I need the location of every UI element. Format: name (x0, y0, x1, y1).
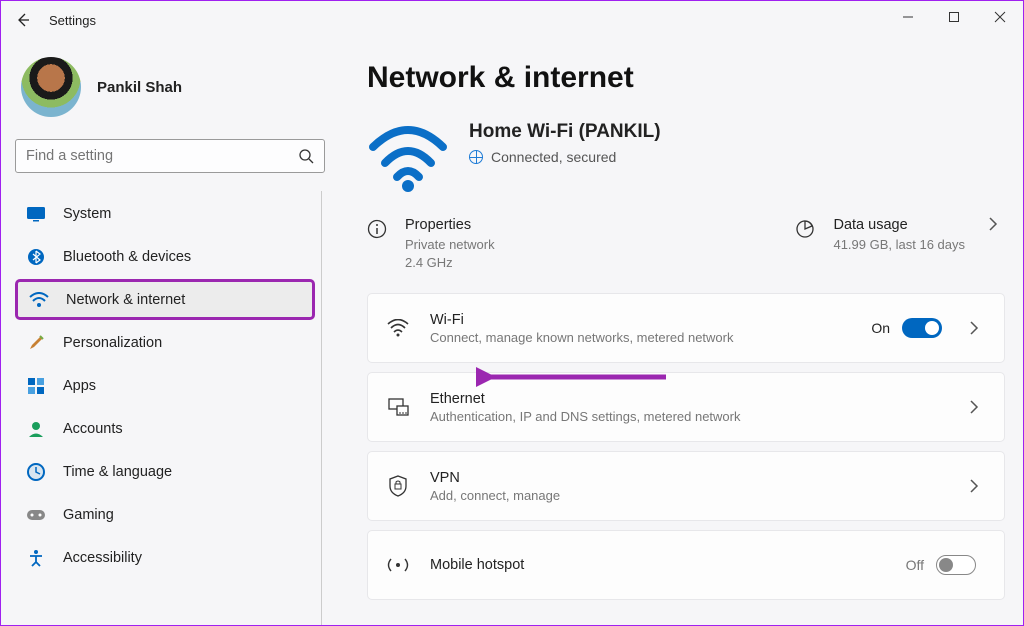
chevron-right-icon (962, 400, 986, 414)
wifi-toggle[interactable] (902, 318, 942, 338)
search-box[interactable] (15, 139, 325, 173)
sidebar-item-gaming[interactable]: Gaming (15, 494, 315, 535)
card-wifi[interactable]: Wi-Fi Connect, manage known networks, me… (367, 293, 1005, 363)
accessibility-icon (25, 547, 47, 569)
network-name: Home Wi-Fi (PANKIL) (469, 121, 661, 143)
sidebar-item-label: Gaming (63, 507, 114, 523)
system-icon (25, 203, 47, 225)
gamepad-icon (25, 504, 47, 526)
data-usage-sub: 41.99 GB, last 16 days (833, 236, 965, 254)
bluetooth-icon (25, 246, 47, 268)
info-icon (367, 219, 389, 241)
card-hotspot[interactable]: Mobile hotspot Off (367, 530, 1005, 600)
wifi-toggle-state: On (871, 320, 890, 336)
window-title: Settings (49, 13, 96, 28)
data-usage-label: Data usage (833, 217, 965, 233)
sidebar-item-system[interactable]: System (15, 193, 315, 234)
properties-row: Properties Private network 2.4 GHz Data … (367, 217, 1005, 271)
search-icon (298, 148, 314, 164)
hotspot-toggle[interactable] (936, 555, 976, 575)
paintbrush-icon (25, 332, 47, 354)
sidebar-item-accounts[interactable]: Accounts (15, 408, 315, 449)
person-icon (25, 418, 47, 440)
card-subtitle: Add, connect, manage (430, 488, 952, 503)
sidebar-item-apps[interactable]: Apps (15, 365, 315, 406)
nav-list: System Bluetooth & devices Network & int… (15, 191, 322, 625)
profile-name: Pankil Shah (97, 79, 182, 96)
back-button[interactable] (11, 8, 35, 32)
card-title: Ethernet (430, 391, 952, 407)
chevron-right-icon (962, 321, 986, 335)
hotspot-toggle-state: Off (906, 557, 924, 573)
sidebar-item-label: Bluetooth & devices (63, 249, 191, 265)
apps-icon (25, 375, 47, 397)
card-title: VPN (430, 470, 952, 486)
sidebar-item-label: Personalization (63, 335, 162, 351)
card-subtitle: Connect, manage known networks, metered … (430, 330, 871, 345)
sidebar: Pankil Shah System Bluetooth & devices N… (1, 39, 331, 625)
card-title: Mobile hotspot (430, 557, 906, 573)
search-input[interactable] (26, 148, 298, 164)
sidebar-item-label: Accounts (63, 421, 123, 437)
properties-label: Properties (405, 217, 495, 233)
maximize-button[interactable] (931, 1, 977, 33)
clock-icon (25, 461, 47, 483)
sidebar-item-personalization[interactable]: Personalization (15, 322, 315, 363)
data-usage-link[interactable]: Data usage 41.99 GB, last 16 days (795, 217, 965, 254)
sidebar-item-network[interactable]: Network & internet (15, 279, 315, 320)
sidebar-item-label: Apps (63, 378, 96, 394)
properties-sub: Private network 2.4 GHz (405, 236, 495, 271)
data-usage-icon (795, 219, 817, 241)
page-title: Network & internet (367, 61, 1005, 95)
wifi-icon (386, 316, 410, 340)
network-header: Home Wi-Fi (PANKIL) Connected, secured (367, 121, 1005, 193)
avatar (21, 57, 81, 117)
hotspot-icon (386, 553, 410, 577)
shield-icon (386, 474, 410, 498)
sidebar-item-label: Accessibility (63, 550, 142, 566)
card-ethernet[interactable]: Ethernet Authentication, IP and DNS sett… (367, 372, 1005, 442)
sidebar-item-time[interactable]: Time & language (15, 451, 315, 492)
chevron-right-icon (981, 217, 1005, 231)
sidebar-item-bluetooth[interactable]: Bluetooth & devices (15, 236, 315, 277)
close-button[interactable] (977, 1, 1023, 33)
ethernet-icon (386, 395, 410, 419)
card-title: Wi-Fi (430, 312, 871, 328)
sidebar-item-label: Network & internet (66, 292, 185, 308)
sidebar-item-label: System (63, 206, 111, 222)
properties-link[interactable]: Properties Private network 2.4 GHz (367, 217, 795, 271)
card-subtitle: Authentication, IP and DNS settings, met… (430, 409, 952, 424)
wifi-icon (28, 289, 50, 311)
globe-icon (469, 150, 483, 164)
sidebar-item-accessibility[interactable]: Accessibility (15, 537, 315, 578)
titlebar: Settings (1, 1, 1023, 39)
network-status: Connected, secured (469, 149, 661, 165)
profile-block[interactable]: Pankil Shah (21, 57, 321, 117)
card-vpn[interactable]: VPN Add, connect, manage (367, 451, 1005, 521)
minimize-button[interactable] (885, 1, 931, 33)
main-panel: Network & internet Home Wi-Fi (PANKIL) C… (331, 39, 1023, 625)
chevron-right-icon (962, 479, 986, 493)
wifi-large-icon (367, 123, 449, 193)
sidebar-item-label: Time & language (63, 464, 172, 480)
